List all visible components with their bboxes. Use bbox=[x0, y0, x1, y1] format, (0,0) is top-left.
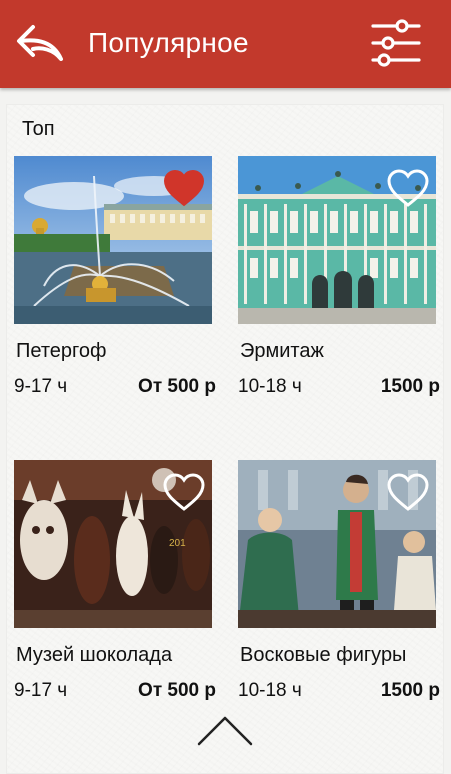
filter-button[interactable] bbox=[366, 14, 426, 72]
attraction-card-peterhof[interactable]: Петергоф 9-17 ч От 500 р bbox=[14, 156, 216, 397]
chevron-up-icon[interactable] bbox=[196, 712, 254, 748]
card-name: Восковые фигуры bbox=[240, 644, 407, 666]
card-hours: 10-18 ч bbox=[238, 680, 302, 701]
card-photo[interactable] bbox=[238, 156, 436, 324]
card-photo[interactable] bbox=[238, 460, 436, 628]
sliders-icon bbox=[371, 19, 421, 67]
card-name: Эрмитаж bbox=[240, 340, 324, 362]
svg-text:201: 201 bbox=[169, 538, 186, 549]
attraction-card-wax-figures[interactable]: Восковые фигуры 10-18 ч 1500 р bbox=[238, 460, 440, 701]
card-hours: 10-18 ч bbox=[238, 376, 302, 397]
card-name: Петергоф bbox=[16, 340, 107, 362]
card-name: Музей шоколада bbox=[16, 644, 173, 666]
page-title: Популярное bbox=[88, 27, 249, 58]
card-hours: 9-17 ч bbox=[14, 376, 68, 397]
section-title: Топ bbox=[22, 118, 55, 140]
favorite-heart-icon[interactable] bbox=[386, 168, 430, 208]
card-price: 1500 р bbox=[380, 376, 440, 397]
favorite-heart-icon[interactable] bbox=[162, 472, 206, 512]
favorite-heart-icon[interactable] bbox=[386, 472, 430, 512]
card-price: От 500 р bbox=[138, 376, 216, 397]
attraction-card-chocolate-museum[interactable]: 201 Музей шоколада 9-17 ч От 500 р bbox=[14, 460, 216, 701]
attraction-card-hermitage[interactable]: Эрмитаж 10-18 ч 1500 р bbox=[238, 156, 440, 397]
app-bar: Популярное bbox=[0, 0, 451, 88]
card-photo[interactable]: 201 bbox=[14, 460, 212, 628]
card-price: От 500 р bbox=[138, 680, 216, 701]
back-button[interactable] bbox=[12, 16, 68, 70]
favorite-heart-icon[interactable] bbox=[162, 168, 206, 208]
card-hours: 9-17 ч bbox=[14, 680, 68, 701]
card-price: 1500 р bbox=[380, 680, 440, 701]
card-photo[interactable] bbox=[14, 156, 212, 324]
back-arrow-icon bbox=[17, 25, 63, 61]
